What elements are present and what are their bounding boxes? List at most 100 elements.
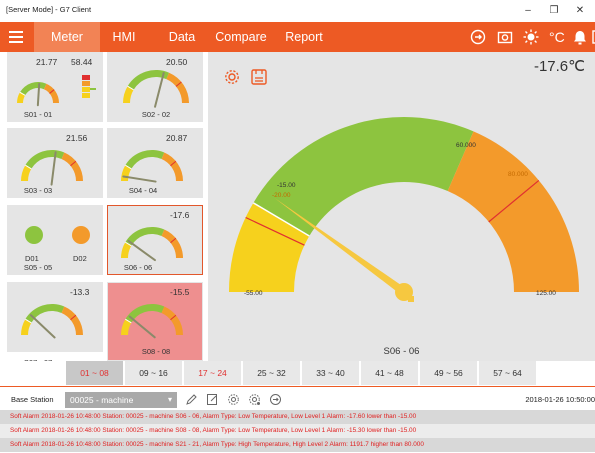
restore-button[interactable]: ❐ — [544, 3, 564, 19]
minimize-button[interactable]: – — [518, 3, 538, 19]
gauge-value: 20.87 — [166, 133, 188, 143]
gauge-tile-s07[interactable]: -13.3 S07 - 07 — [7, 282, 103, 367]
window-title: [Server Mode] - G7 Client — [6, 5, 92, 14]
min-label: -55.00 — [244, 290, 263, 297]
needle-hub-tab — [408, 296, 414, 302]
digital-label-d01: D01 — [25, 254, 39, 263]
settings-gear-icon[interactable] — [227, 393, 240, 406]
gauge-tile-s06[interactable]: -17.6 S06 - 06 — [107, 205, 203, 275]
advanced-settings-icon[interactable] — [248, 393, 261, 406]
arc-orange — [161, 152, 183, 181]
tab-data[interactable]: Data — [160, 22, 204, 52]
status-dot-d02 — [72, 226, 90, 244]
sun-icon[interactable] — [523, 29, 539, 45]
close-button[interactable]: ✕ — [570, 3, 590, 19]
gauge-tile-s04[interactable]: 20.87 S04 - 04 — [107, 128, 203, 198]
arc-orange — [61, 306, 83, 335]
mark-low-label: -15.00 — [277, 182, 296, 189]
gauge-label: S06 - 06 — [123, 263, 153, 272]
gauge-s07 — [21, 304, 83, 339]
chevron-down-icon: ▾ — [167, 395, 172, 404]
gauge-value: -13.3 — [70, 287, 90, 297]
gauge-pager: 01 ~ 08 09 ~ 16 17 ~ 24 25 ~ 32 33 ~ 40 … — [0, 361, 595, 386]
arc-green — [125, 304, 165, 323]
gauge-label: S02 - 02 — [141, 110, 171, 119]
alarm-log: Soft Alarm 2018-01-26 10:48:00 Station: … — [0, 410, 595, 453]
max-label: 125.00 — [536, 290, 556, 297]
current-time: 2018-01-26 10:50:00 — [525, 395, 595, 404]
big-gauge-name: S06 - 06 — [383, 346, 420, 357]
edit-pencil-icon[interactable] — [185, 393, 198, 406]
gauge-value: -15.5 — [170, 287, 190, 297]
page-25-32[interactable]: 25 ~ 32 — [243, 361, 301, 385]
gauge-value: 20.50 — [166, 57, 188, 67]
arc-green — [253, 117, 474, 237]
gauge-label: S03 - 03 — [23, 186, 53, 195]
digital-tile-s05[interactable]: D01 D02 S05 - 05 — [7, 205, 103, 275]
tab-report[interactable]: Report — [276, 22, 332, 52]
tab-meter[interactable]: Meter — [34, 22, 100, 52]
mark-high-label: 60.000 — [456, 142, 476, 149]
gauge-label: S01 - 01 — [23, 110, 53, 119]
gauge-s08 — [121, 304, 183, 339]
gauge-needle — [50, 151, 57, 186]
station-select-value: 00025 - machine — [70, 395, 134, 405]
hamburger-menu-icon[interactable] — [9, 31, 23, 43]
page-33-40[interactable]: 33 ~ 40 — [302, 361, 360, 385]
mark-low2-label: -20.00 — [272, 192, 291, 199]
arc-green — [125, 150, 165, 169]
gauge-needle — [29, 314, 56, 339]
alarm-row[interactable]: Soft Alarm 2018-01-26 10:48:00 Station: … — [0, 410, 595, 424]
tab-hmi[interactable]: HMI — [102, 22, 146, 52]
gauge-needle — [128, 315, 156, 339]
mark-high2-label: 80.000 — [508, 171, 528, 178]
page-9-16[interactable]: 09 ~ 16 — [125, 361, 183, 385]
arc-orange — [61, 152, 83, 181]
gauge-value: 21.56 — [66, 133, 88, 143]
title-bar: [Server Mode] - G7 Client – ❐ ✕ — [0, 0, 595, 22]
alarm-bell-icon[interactable] — [572, 29, 588, 45]
connect-icon[interactable] — [269, 393, 282, 406]
menu-bar: Meter HMI Data Compare Report °C — [0, 22, 595, 52]
gauge-label: S08 - 08 — [141, 347, 171, 356]
gauge-tile-s01[interactable]: 21.77 58.44 S01 - 01 — [7, 52, 103, 122]
arc-green — [25, 304, 65, 323]
arc-orange — [161, 306, 183, 335]
camera-icon[interactable] — [497, 29, 513, 45]
page-17-24[interactable]: 17 ~ 24 — [184, 361, 242, 385]
arc-orange — [161, 229, 183, 258]
station-bar: Base Station 00025 - machine ▾ 2018-01-2… — [0, 386, 595, 410]
big-gauge-panel: -17.6℃ -15.00 -20.00 60.000 80.000 -55.00 125… — [208, 52, 595, 361]
level-bar-icon — [82, 75, 96, 98]
page-41-48[interactable]: 41 ~ 48 — [361, 361, 419, 385]
gauge-needle — [36, 83, 41, 107]
g7-client-window: [Server Mode] - G7 Client – ❐ ✕ Meter HM… — [0, 0, 595, 453]
alarm-row[interactable]: Soft Alarm 2018-01-26 10:48:00 Station: … — [0, 424, 595, 438]
arc-orange — [43, 83, 59, 103]
status-dot-d01 — [25, 226, 43, 244]
arc-green — [19, 82, 47, 96]
gauge-tile-s03[interactable]: 21.56 S03 - 03 — [7, 128, 103, 198]
gauge-needle — [154, 71, 165, 108]
arc-green — [25, 150, 65, 169]
gauge-tile-s02[interactable]: 20.50 S02 - 02 — [107, 52, 203, 122]
gauge-value: -17.6 — [170, 210, 190, 220]
gauge-label: S05 - 05 — [23, 263, 53, 272]
arc-orange — [166, 72, 189, 103]
big-gauge-dial: -15.00 -20.00 60.000 80.000 -55.00 125.00 — [229, 117, 579, 302]
gauge-value: 21.77 — [36, 57, 58, 67]
tab-compare[interactable]: Compare — [212, 22, 270, 52]
arc-orange — [447, 131, 579, 292]
page-1-8[interactable]: 01 ~ 08 — [66, 361, 124, 385]
digital-label-d02: D02 — [73, 254, 87, 263]
base-station-label: Base Station — [11, 395, 54, 404]
gauge-needle — [122, 175, 157, 183]
exit-icon[interactable] — [470, 29, 486, 45]
alarm-row[interactable]: Soft Alarm 2018-01-26 10:48:00 Station: … — [0, 438, 595, 452]
edit-document-icon[interactable] — [206, 393, 219, 406]
page-49-56[interactable]: 49 ~ 56 — [420, 361, 478, 385]
page-57-64[interactable]: 57 ~ 64 — [479, 361, 537, 385]
station-select[interactable]: 00025 - machine ▾ — [65, 392, 177, 408]
celsius-icon[interactable]: °C — [549, 29, 565, 45]
gauge-tile-s08[interactable]: -15.5 S08 - 08 — [107, 282, 203, 361]
